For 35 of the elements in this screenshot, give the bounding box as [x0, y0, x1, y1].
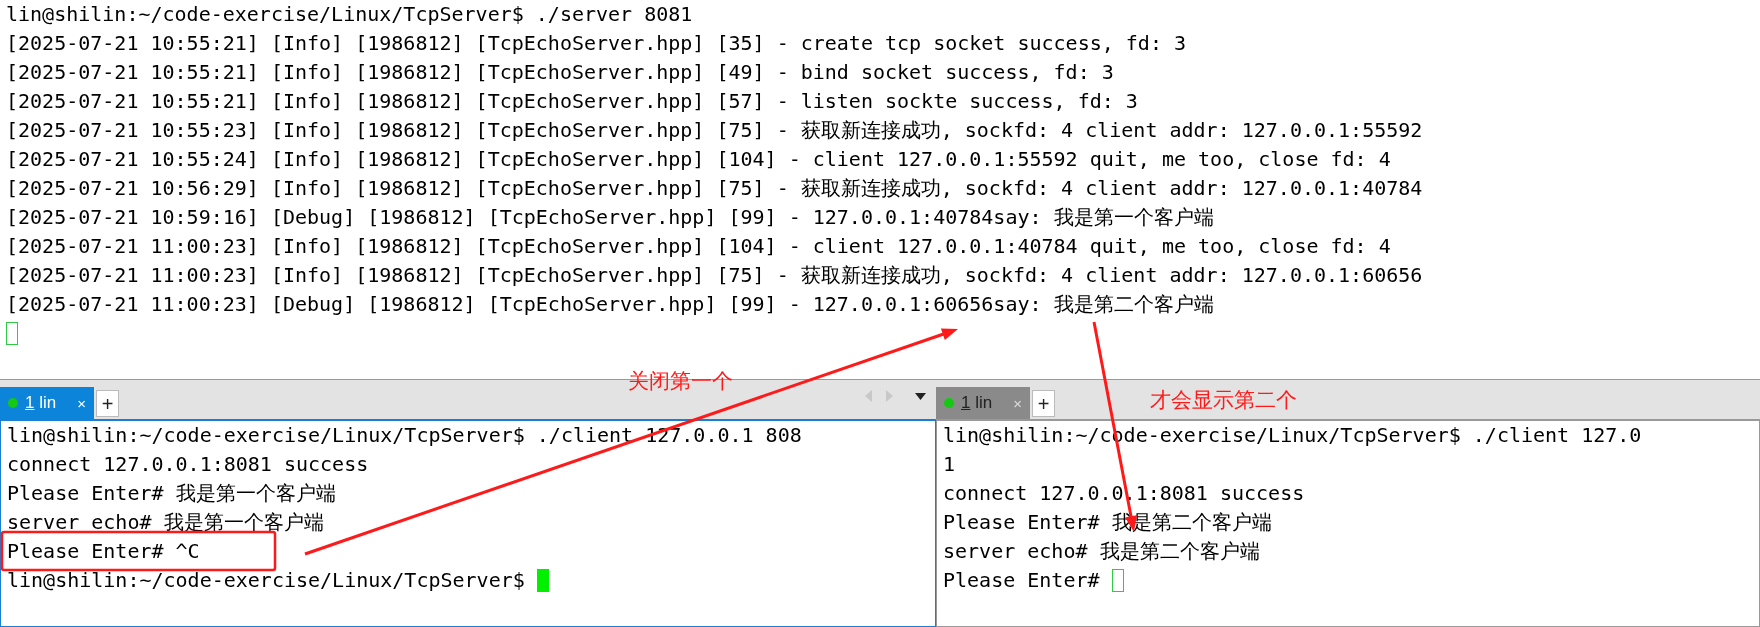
status-dot-icon — [944, 398, 954, 408]
terminal-line: Please Enter# ^C — [7, 538, 200, 565]
close-icon[interactable]: × — [77, 394, 86, 412]
close-icon[interactable]: × — [1013, 394, 1022, 412]
terminal-line: [2025-07-21 10:56:29] [Info] [1986812] [TcpEchoServer.hpp] [75] - 获取新连接成功, sockfd: 4 client addr: 127.0.0.1:40784 — [6, 175, 1423, 202]
terminal-line: [2025-07-21 10:55:24] [Info] [1986812] [TcpEchoServer.hpp] [104] - client 127.0.0.1:55592 quit, me too, close fd: 4 — [6, 146, 1391, 173]
terminal-tab[interactable]: 1 lin × — [0, 387, 94, 419]
terminal-line: [2025-07-21 10:55:21] [Info] [1986812] [TcpEchoServer.hpp] [49] - bind socket success, fd: 3 — [6, 59, 1114, 86]
tab-label: 1 lin — [25, 393, 57, 413]
tab-label: 1 lin — [961, 393, 993, 413]
status-dot-icon — [8, 398, 18, 408]
terminal-line: lin@shilin:~/code-exercise/Linux/TcpServer$ ./server 8081 — [6, 1, 693, 28]
scroll-right-icon[interactable] — [886, 390, 893, 402]
scroll-left-icon[interactable] — [865, 390, 872, 402]
terminal-line: [2025-07-21 11:00:23] [Info] [1986812] [TcpEchoServer.hpp] [75] - 获取新连接成功, sockfd: 4 client addr: 127.0.0.1:60656 — [6, 262, 1423, 289]
terminal-line: Please Enter# 我是第一个客户端 — [7, 480, 336, 507]
terminal-line: Please Enter# — [943, 567, 1101, 594]
annotation-note: 才会显示第二个 — [1150, 387, 1297, 414]
terminal-line: [2025-07-21 11:00:23] [Info] [1986812] [TcpEchoServer.hpp] [104] - client 127.0.0.1:40784 quit, me too, close fd: 4 — [6, 233, 1391, 260]
terminal-line: [2025-07-21 10:55:21] [Info] [1986812] [TcpEchoServer.hpp] [35] - create tcp socket success, fd: 3 — [6, 30, 1187, 57]
terminal-tab[interactable]: 1 lin × — [936, 387, 1030, 419]
terminal-line: lin@shilin:~/code-exercise/Linux/TcpServer$ ./client 127.0.0.1 808 — [7, 422, 802, 449]
new-tab-button[interactable]: + — [95, 390, 119, 417]
terminal-line: 1 — [943, 451, 956, 478]
terminal-line: [2025-07-21 11:00:23] [Debug] [1986812] [TcpEchoServer.hpp] [99] - 127.0.0.1:60656say: 我是第二个客户端 — [6, 291, 1214, 318]
terminal-line: [2025-07-21 10:55:23] [Info] [1986812] [TcpEchoServer.hpp] [75] - 获取新连接成功, sockfd: 4 client addr: 127.0.0.1:55592 — [6, 117, 1423, 144]
terminal-line: [2025-07-21 10:59:16] [Debug] [1986812] [TcpEchoServer.hpp] [99] - 127.0.0.1:40784say: 我是第一个客户端 — [6, 204, 1214, 231]
terminal-line: connect 127.0.0.1:8081 success — [7, 451, 369, 478]
annotation-note: 关闭第一个 — [628, 368, 733, 395]
new-tab-button[interactable]: + — [1031, 390, 1055, 417]
dropdown-icon[interactable] — [915, 392, 926, 400]
terminal-line: lin@shilin:~/code-exercise/Linux/TcpServer$ — [7, 567, 526, 594]
terminal-line: server echo# 我是第一个客户端 — [7, 509, 324, 536]
terminal-line: server echo# 我是第二个客户端 — [943, 538, 1260, 565]
terminal-line: [2025-07-21 10:55:21] [Info] [1986812] [TcpEchoServer.hpp] [57] - listen sockte success, fd: 3 — [6, 88, 1138, 115]
